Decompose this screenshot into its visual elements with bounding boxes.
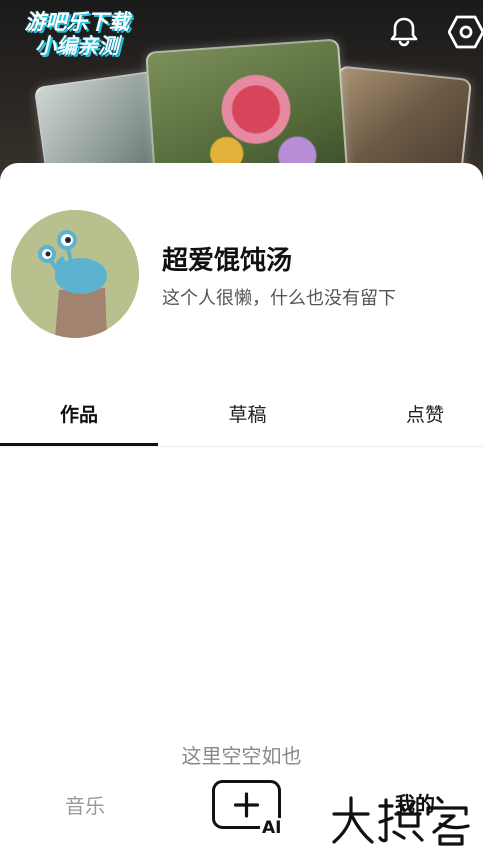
active-tab-indicator: [0, 443, 158, 446]
profile-tabs: 作品 草稿 点赞: [0, 394, 483, 447]
nav-item-music[interactable]: 音乐: [40, 790, 130, 819]
watermark-logo: 游吧乐下载 小编亲测: [8, 10, 146, 62]
banner-artwork-card-featured: [145, 38, 349, 180]
gear-icon: [448, 15, 483, 49]
user-bio: 这个人很懒，什么也没有留下: [162, 288, 396, 309]
header-banner: 游吧乐下载 小编亲测: [0, 0, 483, 180]
avatar-illustration: [11, 210, 139, 338]
watermark-signature: [332, 796, 470, 846]
logo-line-2: 小编亲测: [35, 34, 119, 58]
empty-state-text: 这里空空如也: [181, 744, 302, 768]
logo-line-1: 游吧乐下载: [24, 10, 130, 34]
ai-badge: AI: [262, 818, 282, 838]
notifications-button[interactable]: [386, 14, 422, 50]
tab-works[interactable]: 作品: [0, 394, 158, 444]
username: 超爱馄饨汤: [162, 246, 293, 276]
settings-button[interactable]: [448, 14, 483, 50]
tab-likes[interactable]: 点赞: [370, 394, 480, 444]
create-button[interactable]: AI: [212, 780, 282, 838]
bell-icon: [390, 17, 418, 47]
tab-drafts[interactable]: 草稿: [170, 394, 325, 444]
avatar[interactable]: [11, 210, 139, 338]
